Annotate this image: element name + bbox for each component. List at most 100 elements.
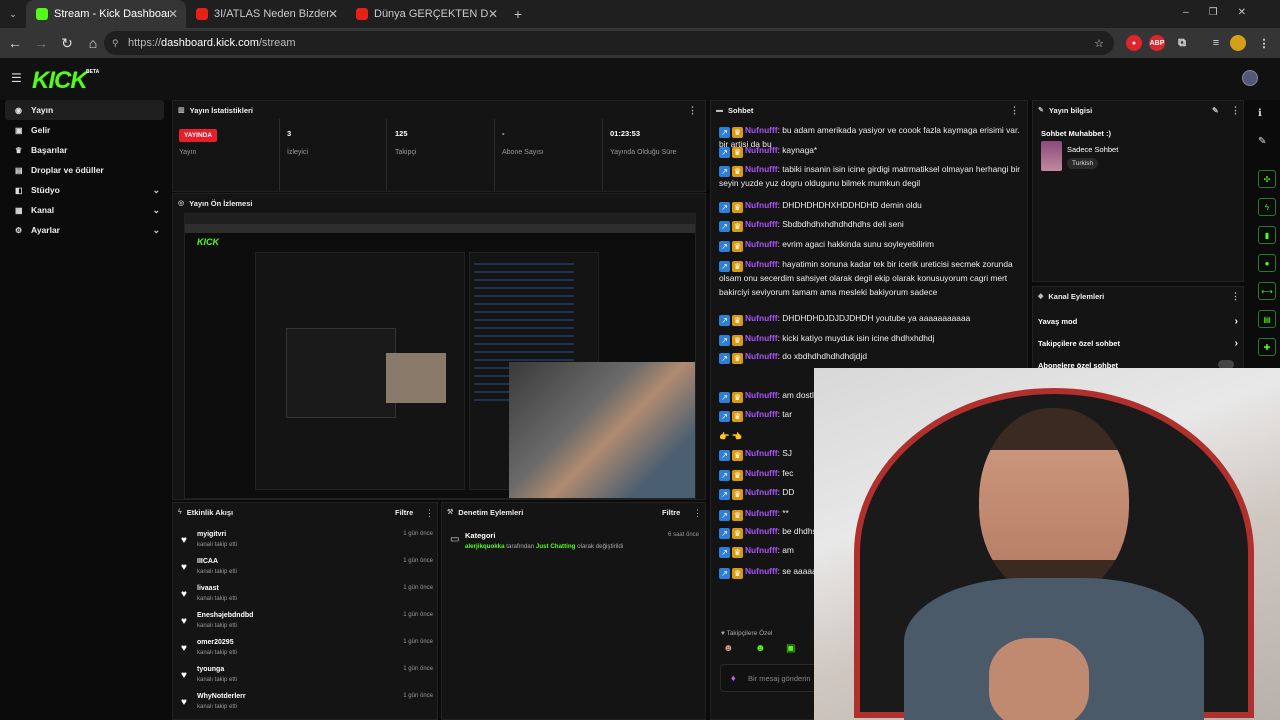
home-icon[interactable]: ⌂	[80, 35, 106, 51]
user-avatar[interactable]	[1242, 70, 1258, 86]
adblock-icon[interactable]: ABP	[1149, 35, 1165, 51]
more-options-icon[interactable]: ⋮	[693, 508, 702, 519]
crown-badge-icon: ♛	[732, 568, 743, 579]
shoutout-icon[interactable]: ✣	[1258, 170, 1276, 188]
chat-username[interactable]: Nufnufff	[745, 239, 778, 249]
activity-user[interactable]: tyounga	[197, 666, 224, 673]
more-options-icon[interactable]: ⋮	[688, 105, 697, 116]
chat-message: ↗ ♛ Nufnufff: tabiki insanin isin icine gi…	[719, 163, 1021, 191]
chat-username[interactable]: Nufnufff	[745, 409, 778, 419]
chat-username[interactable]: Nufnufff	[745, 145, 778, 155]
activity-user[interactable]: livaast	[197, 585, 219, 592]
chat-username[interactable]: Nufnufff	[745, 448, 778, 458]
window-controls[interactable]: –❐✕	[1183, 7, 1266, 18]
more-options-icon[interactable]: ⋮	[1010, 105, 1019, 116]
chat-username[interactable]: Nufnufff	[745, 219, 778, 229]
preview-video[interactable]: KICK	[184, 213, 696, 499]
subscriber-badge-icon: ↗	[719, 353, 730, 364]
chat-bubble-icon[interactable]: ●	[1258, 254, 1276, 272]
chat-username[interactable]: Nufnufff	[745, 526, 778, 536]
chat-username[interactable]: Nufnufff	[745, 545, 778, 555]
category-name[interactable]: Just Chatting	[536, 543, 576, 550]
info-icon[interactable]: ℹ	[1258, 108, 1262, 119]
activity-user[interactable]: myigitvri	[197, 531, 226, 538]
microphone-icon[interactable]: ♦	[731, 673, 736, 683]
raid-icon[interactable]: ⟷	[1258, 282, 1276, 300]
reload-icon[interactable]: ↻	[54, 35, 80, 52]
edit-icon[interactable]: ✎	[1212, 106, 1219, 115]
filter-button[interactable]: Filtre	[662, 508, 680, 517]
sidebar-item-gelir[interactable]: ▣ Gelir	[5, 120, 168, 140]
sidebar-item-kanal[interactable]: ▦ Kanal ⌄	[5, 200, 168, 220]
close-icon[interactable]: ✕	[168, 7, 178, 21]
sidebar-item-ayarlar[interactable]: ⚙ Ayarlar ⌄	[5, 220, 168, 240]
activity-user[interactable]: WhyNotderlerr	[197, 693, 246, 700]
panel-title: Etkinlik Akışı	[186, 507, 234, 517]
chat-username[interactable]: Nufnufff	[745, 164, 778, 174]
sidebar-item-studyo[interactable]: ◧ Stüdyo ⌄	[5, 180, 168, 200]
tab-search-icon[interactable]: ⌄	[0, 9, 26, 20]
extension-icon[interactable]: ●	[1126, 35, 1142, 51]
action-slow-mode[interactable]: Yavaş mod ›	[1038, 316, 1238, 327]
chat-username[interactable]: Nufnufff	[745, 351, 778, 361]
pencil-icon[interactable]: ✎	[1258, 136, 1266, 147]
more-options-icon[interactable]: ⋮	[425, 508, 434, 519]
activity-user[interactable]: IIICAA	[197, 558, 218, 565]
chat-username[interactable]: Nufnufff	[745, 313, 778, 323]
chat-text: kaynaga*	[782, 145, 818, 155]
emote-icon[interactable]: ☻	[723, 643, 734, 654]
filter-button[interactable]: Filtre	[395, 508, 413, 517]
eye-off-icon: ◎	[178, 200, 185, 207]
forward-icon[interactable]: →	[28, 35, 54, 51]
action-label: Takipçilere özel sohbet	[1038, 339, 1120, 348]
sidebar-item-yayin[interactable]: ◉ Yayın	[5, 100, 164, 120]
browser-menu-icon[interactable]: ⋮	[1256, 35, 1272, 51]
new-tab-button[interactable]: +	[506, 6, 530, 22]
site-info-icon[interactable]: ⚲	[112, 38, 119, 49]
wrench-icon[interactable]: ✚	[1258, 338, 1276, 356]
activity-user[interactable]: Eneshəjebdndbd	[197, 612, 253, 619]
media-control-icon[interactable]: ≡	[1208, 35, 1224, 51]
profile-avatar[interactable]	[1230, 35, 1246, 51]
bolt-icon[interactable]: ϟ	[1258, 198, 1276, 216]
activity-time: 1 gün önce	[403, 639, 433, 645]
moderator-name[interactable]: alerjikquokka	[465, 543, 505, 550]
activity-desc: kanalı takip etti	[197, 623, 238, 629]
tab-youtube-2[interactable]: Dünya GERÇEKTEN Düz Olabilir ✕	[346, 0, 506, 28]
bookmark-star-icon[interactable]: ☆	[1094, 37, 1104, 50]
stream-category[interactable]: Sadece Sohbet	[1067, 145, 1118, 154]
close-icon[interactable]: ✕	[328, 7, 338, 21]
clip-icon[interactable]: ▤	[1258, 310, 1276, 328]
chat-username[interactable]: Nufnufff	[745, 259, 778, 269]
chat-username[interactable]: Nufnufff	[745, 333, 778, 343]
tab-kick-dashboard[interactable]: Stream - Kick Dashboard ✕	[26, 0, 186, 28]
more-options-icon[interactable]: ⋮	[1231, 291, 1240, 302]
chat-username[interactable]: Nufnufff	[745, 200, 778, 210]
kick-emote-icon[interactable]: ☻	[755, 643, 766, 654]
back-icon[interactable]: ←	[2, 35, 28, 51]
url-field[interactable]: ⚲ https://dashboard.kick.com/stream ☆	[104, 31, 1114, 55]
close-icon[interactable]: ✕	[488, 7, 498, 21]
note-icon[interactable]: ▮	[1258, 226, 1276, 244]
activity-user[interactable]: omer20295	[197, 639, 234, 646]
tab-youtube-1[interactable]: 3I/ATLAS Neden Bizden Gizleni ✕	[186, 0, 346, 28]
chat-username[interactable]: Nufnufff	[745, 125, 778, 135]
chat-username[interactable]: Nufnufff	[745, 566, 778, 576]
tab-title: Stream - Kick Dashboard	[54, 8, 169, 20]
chat-username[interactable]: Nufnufff	[745, 390, 778, 400]
hamburger-menu-icon[interactable]: ☰	[11, 71, 22, 85]
chat-username[interactable]: Nufnufff	[745, 508, 778, 518]
subscriber-badge-icon: ↗	[719, 166, 730, 177]
sidebar-item-droplar[interactable]: ▤ Droplar ve ödüller	[5, 160, 168, 180]
extensions-puzzle-icon[interactable]: ⧉	[1174, 35, 1190, 51]
kick-logo[interactable]: KICK	[32, 67, 88, 95]
sidebar-item-basarilar[interactable]: ♛ Başarılar	[5, 140, 168, 160]
chat-text: Sbdbdhdhxhdhdhdhdhs deli seni	[782, 219, 904, 229]
emote-icon[interactable]: ▣	[786, 643, 795, 654]
more-options-icon[interactable]: ⋮	[1231, 105, 1240, 116]
action-followers-only[interactable]: Takipçilere özel sohbet ›	[1038, 338, 1238, 349]
address-bar: ← → ↻ ⌂ ⚲ https://dashboard.kick.com/str…	[0, 28, 1280, 58]
chat-username[interactable]: Nufnufff	[745, 487, 778, 497]
studio-icon: ◧	[15, 185, 23, 195]
chat-username[interactable]: Nufnufff	[745, 468, 778, 478]
